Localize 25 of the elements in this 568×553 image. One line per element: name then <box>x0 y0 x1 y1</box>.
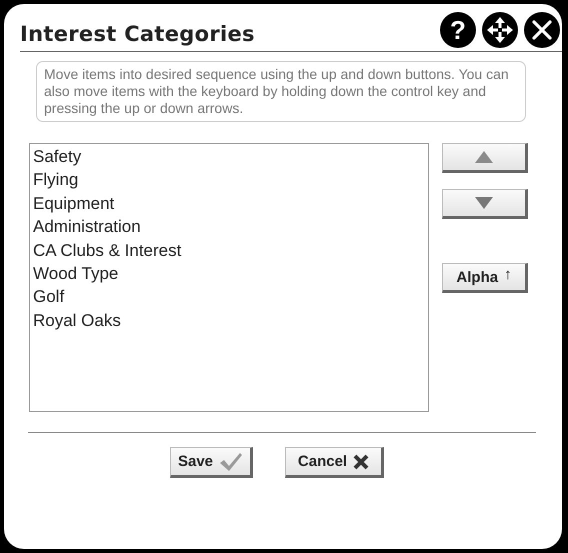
list-item[interactable]: Equipment <box>33 192 425 216</box>
list-item[interactable]: Golf <box>33 285 425 309</box>
list-item[interactable]: Administration <box>33 215 425 239</box>
x-mark-icon <box>353 454 370 470</box>
list-item[interactable]: Wood Type <box>33 262 425 286</box>
instructions-text: Move items into desired sequence using the up and down buttons. You can also move items with the keyboard by holding down the control key and pressing the up or down arrows. <box>36 61 526 122</box>
up-triangle-icon <box>475 151 493 163</box>
move-icon <box>486 16 514 44</box>
save-button[interactable]: Save <box>170 447 253 478</box>
move-down-button[interactable] <box>442 189 528 219</box>
dialog-title: Interest Categories <box>20 22 255 46</box>
list-item[interactable]: Safety <box>33 145 425 168</box>
move-up-button[interactable] <box>442 143 528 173</box>
checkmark-icon <box>219 452 244 472</box>
alpha-sort-button[interactable]: Alpha ↑ <box>442 263 528 293</box>
category-listbox[interactable]: Safety Flying Equipment Administration CA Clubs & Interest Wood Type Golf Royal Oaks <box>29 143 429 412</box>
down-triangle-icon <box>475 197 493 209</box>
list-item[interactable]: CA Clubs & Interest <box>33 238 425 262</box>
list-item[interactable]: Royal Oaks <box>33 308 425 332</box>
list-item[interactable]: Flying <box>33 168 425 192</box>
close-button[interactable] <box>524 12 560 48</box>
cancel-button[interactable]: Cancel <box>285 447 384 478</box>
close-icon <box>532 20 552 40</box>
help-button[interactable]: ? <box>440 12 476 48</box>
move-button[interactable] <box>482 12 518 48</box>
